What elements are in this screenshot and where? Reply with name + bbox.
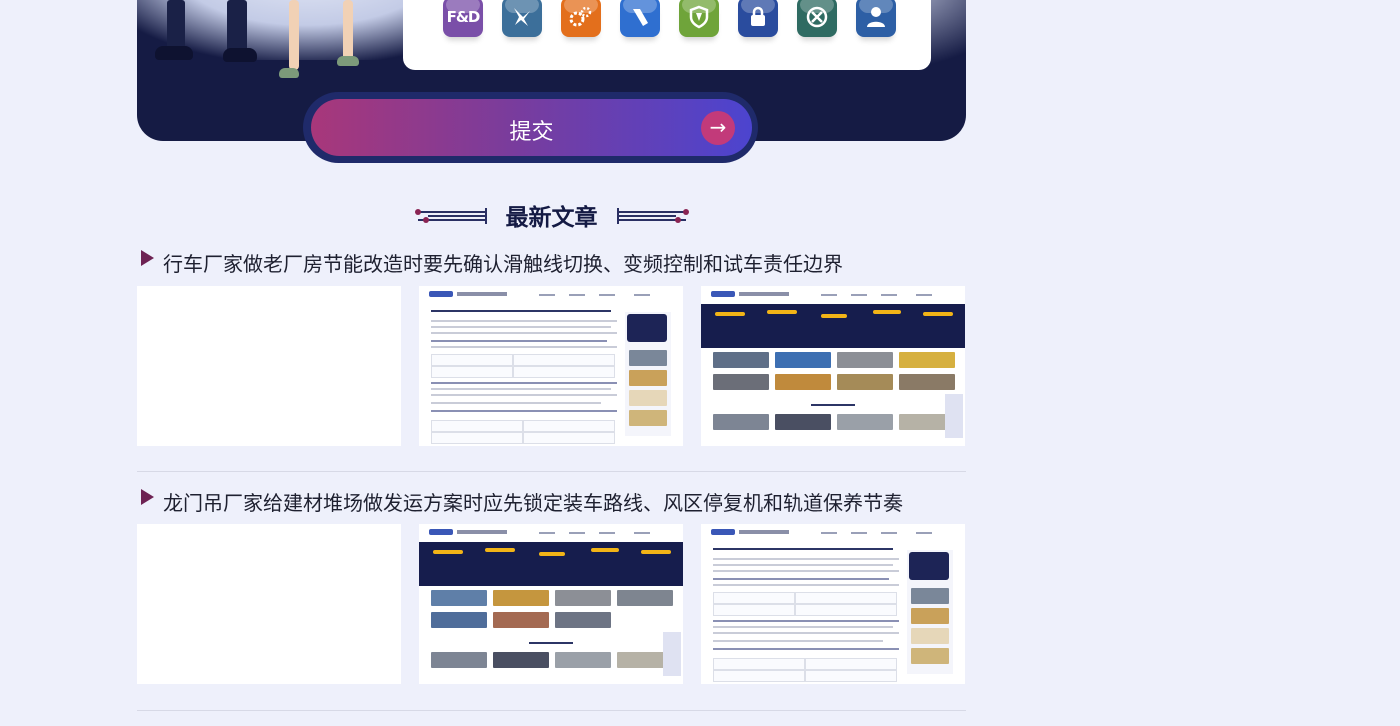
article-title-link[interactable]: 龙门吊厂家给建材堆场做发运方案时应先锁定装车路线、风区停复机和轨道保养节奏	[163, 487, 903, 516]
article-thumbnail-website[interactable]	[419, 524, 683, 684]
person-icon	[856, 0, 896, 37]
bullet-triangle-icon	[141, 250, 154, 266]
gears-icon	[561, 0, 601, 37]
article-thumbnail-website[interactable]	[701, 286, 965, 446]
bullet-triangle-icon	[141, 489, 154, 505]
article-thumbnail-blank[interactable]	[137, 524, 401, 684]
submit-button[interactable]: 提交 →	[311, 99, 752, 156]
article-thumbnail-document[interactable]	[419, 286, 683, 446]
article-divider	[137, 710, 966, 711]
close-circle-icon	[797, 0, 837, 37]
light-icon	[502, 0, 542, 37]
section-title-latest-articles: 最新文章	[505, 205, 598, 231]
shield-icon	[679, 0, 719, 37]
submit-button-ring: 提交 →	[303, 92, 758, 163]
feature-icon-row: F&D	[443, 0, 896, 37]
flashlight-icon	[620, 0, 660, 37]
lock-icon	[738, 0, 778, 37]
feature-icon-card: F&D	[403, 0, 931, 70]
article-thumbnail-blank[interactable]	[137, 286, 401, 446]
article-divider	[137, 471, 966, 472]
article-thumbnail-document[interactable]	[701, 524, 965, 684]
heading-decoration-right-icon	[617, 208, 689, 224]
fd-icon: F&D	[443, 0, 483, 37]
submit-label: 提交	[509, 120, 554, 145]
article-title-link[interactable]: 行车厂家做老厂房节能改造时要先确认滑触线切换、变频控制和试车责任边界	[163, 248, 843, 277]
arrow-right-icon: →	[701, 111, 735, 145]
